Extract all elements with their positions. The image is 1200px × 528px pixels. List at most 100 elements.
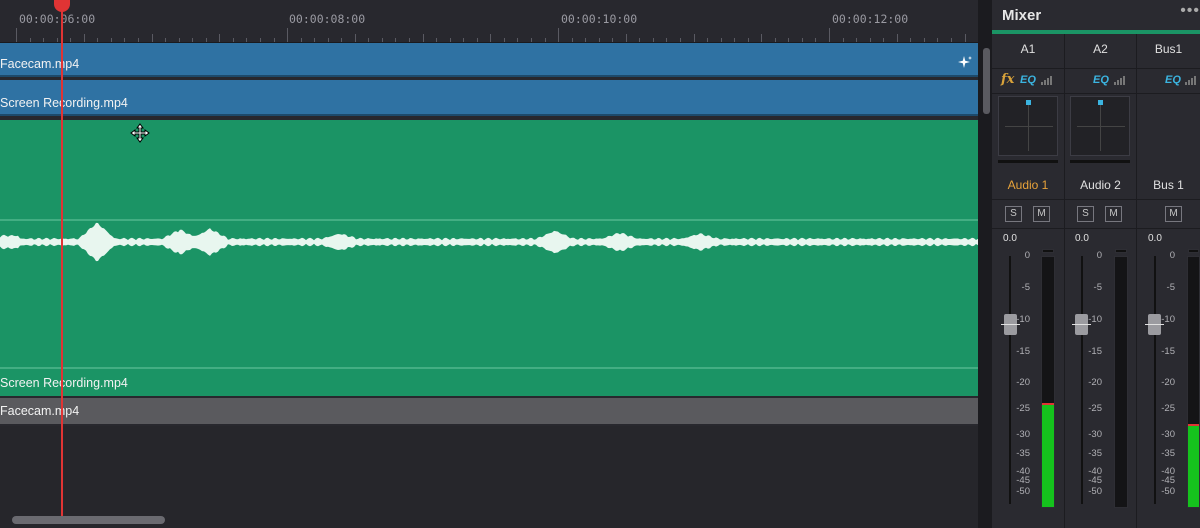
effects-row: EQ <box>1137 68 1200 94</box>
ruler-tick <box>314 38 316 42</box>
playhead[interactable] <box>61 0 63 516</box>
db-scale-label: -35 <box>1088 448 1102 459</box>
ruler-tick <box>327 38 329 42</box>
pan-control[interactable] <box>1070 96 1130 156</box>
db-scale-label: -15 <box>1161 346 1175 357</box>
ruler-tick <box>151 34 153 42</box>
pan-slider[interactable] <box>1070 160 1130 163</box>
mixer-panel: Mixer ••• A1 fx EQ Audio 1 S M 0.0 0 -5 -1… <box>992 0 1200 528</box>
db-scale-label: -10 <box>1088 314 1102 325</box>
ruler-tick <box>788 38 790 42</box>
db-scale-label: -10 <box>1016 314 1030 325</box>
ruler-tick <box>801 38 803 42</box>
ruler-tick <box>842 38 844 42</box>
ruler-tick <box>585 38 587 42</box>
level-meter <box>1114 249 1128 508</box>
meter-fill <box>1188 425 1199 507</box>
db-scale-label: -5 <box>1021 282 1030 293</box>
ruler-tick <box>341 38 343 42</box>
solo-button[interactable]: S <box>1077 206 1094 222</box>
mute-button[interactable]: M <box>1105 206 1122 222</box>
ruler-tick <box>246 38 248 42</box>
video-clip-screen-recording[interactable]: Screen Recording.mp4 <box>0 80 978 116</box>
ruler-tick <box>950 38 952 42</box>
ruler-tick <box>774 38 776 42</box>
db-scale-label: -45 <box>1161 475 1175 486</box>
ruler-tick <box>463 38 465 42</box>
ruler-tick <box>29 38 31 42</box>
db-scale-label: -5 <box>1166 282 1175 293</box>
fx-icon[interactable]: fx <box>1001 72 1014 87</box>
volume-readout: 0.0 <box>1148 233 1162 244</box>
solo-mute-row: S M <box>992 199 1064 229</box>
video-clip-facecam[interactable]: Facecam.mp4 <box>0 43 978 77</box>
meter-clip-indicator <box>1115 249 1127 253</box>
ruler-tick <box>219 34 221 42</box>
db-scale-label: -20 <box>1016 377 1030 388</box>
ruler-tick <box>544 38 546 42</box>
mixer-channel-a2: A2 EQ Audio 2 S M 0.0 0 -5 -10 -15 -20 -25 -30… <box>1065 34 1137 528</box>
ruler-tick <box>436 38 438 42</box>
ruler-tick <box>124 38 126 42</box>
db-scale-label: -50 <box>1088 486 1102 497</box>
ruler-tick <box>192 38 194 42</box>
horizontal-scrollbar[interactable] <box>12 516 165 524</box>
ruler-tick <box>856 38 858 42</box>
timecode-label: 00:00:10:00 <box>561 12 638 26</box>
db-scale-label: -10 <box>1161 314 1175 325</box>
db-scale-label: -15 <box>1088 346 1102 357</box>
level-bars-icon <box>1185 75 1199 85</box>
ruler-tick <box>693 34 695 42</box>
db-scale-label: -45 <box>1016 475 1030 486</box>
clip-label: Facecam.mp4 <box>0 57 80 71</box>
db-scale-label: -30 <box>1016 429 1030 440</box>
db-scale-label: -45 <box>1088 475 1102 486</box>
solo-mute-row: S M <box>1065 199 1136 229</box>
db-scale-label: -30 <box>1161 429 1175 440</box>
audio-clip-facecam[interactable]: Facecam.mp4 <box>0 398 978 424</box>
db-scale-label: -5 <box>1093 282 1102 293</box>
eq-icon[interactable]: EQ <box>1093 74 1109 86</box>
ruler-tick <box>97 38 99 42</box>
meter-clip-indicator <box>1042 249 1054 253</box>
eq-icon[interactable]: EQ <box>1165 74 1181 86</box>
meter-peak <box>1188 424 1199 427</box>
volume-readout: 0.0 <box>1075 233 1089 244</box>
pan-indicator <box>1026 100 1031 105</box>
solo-button[interactable]: S <box>1005 206 1022 222</box>
solo-mute-row: M <box>1137 199 1200 229</box>
volume-readout: 0.0 <box>1003 233 1017 244</box>
empty-track-area[interactable] <box>0 426 978 528</box>
db-scale-label: -50 <box>1161 486 1175 497</box>
timecode-label: 00:00:06:00 <box>19 12 96 26</box>
mixer-options-menu[interactable]: ••• <box>1180 2 1200 20</box>
mute-button[interactable]: M <box>1033 206 1050 222</box>
ruler-tick <box>612 38 614 42</box>
timecode-ruler[interactable]: 00:00:06:00 00:00:08:00 00:00:10:00 00:0… <box>0 0 978 43</box>
vertical-scrollbar[interactable] <box>983 48 990 114</box>
ruler-tick <box>449 38 451 42</box>
level-meter <box>1187 249 1200 508</box>
ruler-tick <box>517 38 519 42</box>
level-meter <box>1041 249 1055 508</box>
db-scale-label: -20 <box>1088 377 1102 388</box>
eq-icon[interactable]: EQ <box>1020 74 1036 86</box>
timeline-panel[interactable]: 00:00:06:00 00:00:08:00 00:00:10:00 00:0… <box>0 0 978 528</box>
ruler-tick <box>287 28 288 42</box>
audio-clip-screen-recording[interactable]: Screen Recording.mp4 <box>0 120 978 396</box>
ruler-tick <box>937 38 939 42</box>
ruler-tick <box>720 38 722 42</box>
ruler-tick <box>530 38 532 42</box>
ruler-tick <box>165 38 167 42</box>
ruler-tick <box>815 38 817 42</box>
ruler-tick <box>368 38 370 42</box>
clip-label: Screen Recording.mp4 <box>0 376 128 390</box>
ruler-tick <box>734 38 736 42</box>
pan-slider[interactable] <box>998 160 1058 163</box>
timecode-label: 00:00:08:00 <box>289 12 366 26</box>
ruler-tick <box>70 38 72 42</box>
mute-button[interactable]: M <box>1165 206 1182 222</box>
pan-control[interactable] <box>998 96 1058 156</box>
meter-clip-indicator <box>1188 249 1199 253</box>
ruler-tick <box>598 38 600 42</box>
